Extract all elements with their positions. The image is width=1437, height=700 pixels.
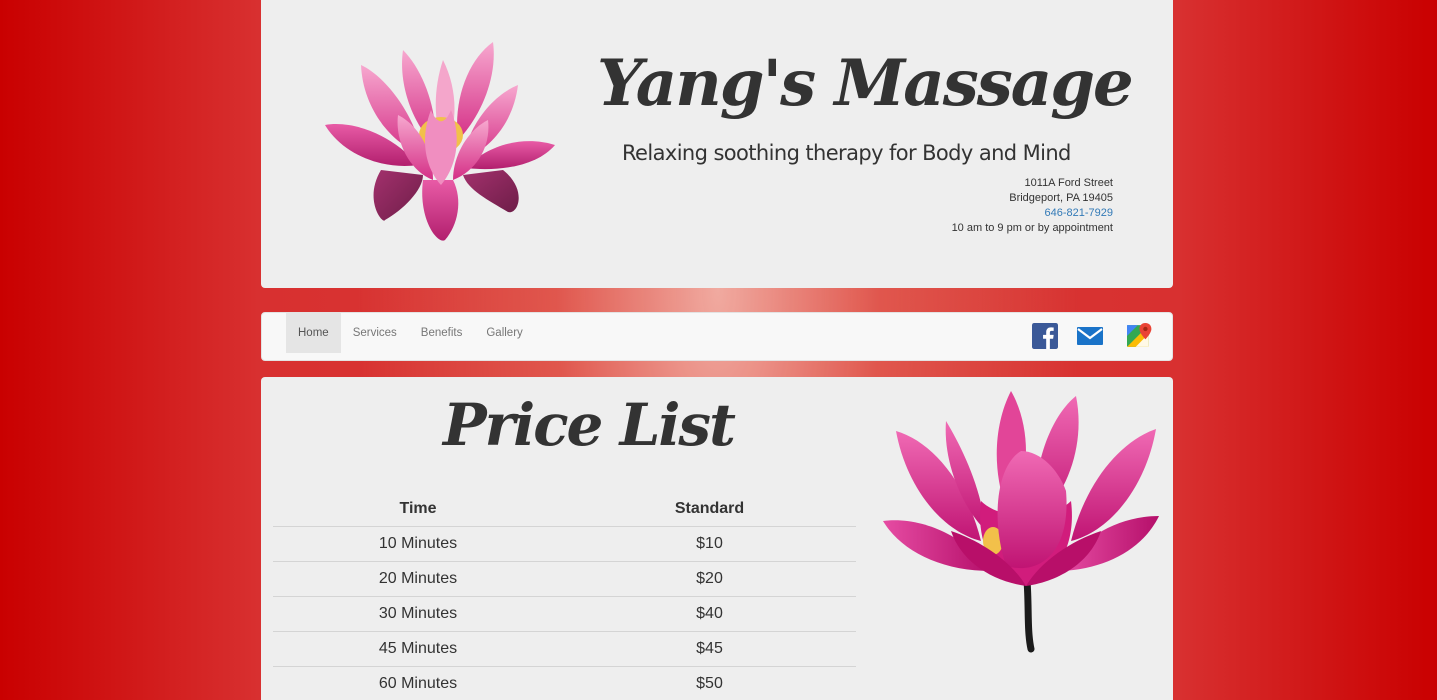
nav-item-gallery[interactable]: Gallery — [474, 313, 534, 353]
price-cell: $10 — [563, 526, 856, 562]
contact-info: 1011A Ford Street Bridgeport, PA 19405 6… — [952, 176, 1113, 236]
lotus-flower-image — [325, 42, 555, 241]
site-tagline: Relaxing soothing therapy for Body and M… — [622, 141, 1071, 165]
lotus-flower-stem-image — [883, 391, 1159, 653]
duration-cell: 10 Minutes — [273, 526, 563, 562]
business-hours: 10 am to 9 pm or by appointment — [951, 222, 1113, 234]
duration-cell: 30 Minutes — [273, 596, 563, 632]
nav-item-home[interactable]: Home — [286, 313, 341, 353]
table-header-row: Time Standard — [273, 491, 856, 527]
duration-cell: 20 Minutes — [273, 561, 563, 597]
price-cell: $20 — [563, 561, 856, 597]
google-maps-icon[interactable] — [1127, 323, 1153, 349]
header-panel: Yang's Massage Relaxing soothing therapy… — [261, 0, 1173, 288]
facebook-icon[interactable] — [1032, 323, 1058, 349]
site-title: Yang's Massage — [597, 46, 1134, 121]
table-row: 60 Minutes $50 — [273, 666, 856, 700]
column-header-time: Time — [273, 491, 563, 527]
price-list-panel: Price List Time Standard 10 Minutes $10 … — [261, 377, 1173, 700]
nav-item-benefits[interactable]: Benefits — [409, 313, 475, 353]
table-row: 30 Minutes $40 — [273, 596, 856, 632]
nav-menu: Home Services Benefits Gallery — [286, 313, 535, 360]
price-cell: $50 — [563, 666, 856, 700]
address-line-2: Bridgeport, PA 19405 — [1009, 192, 1113, 204]
table-row: 45 Minutes $45 — [273, 631, 856, 667]
table-row: 10 Minutes $10 — [273, 526, 856, 562]
duration-cell: 45 Minutes — [273, 631, 563, 667]
price-list-title: Price List — [443, 391, 736, 459]
price-table: Time Standard 10 Minutes $10 20 Minutes … — [273, 491, 856, 700]
nav-item-services[interactable]: Services — [341, 313, 409, 353]
address-line-1: 1011A Ford Street — [1024, 177, 1113, 189]
price-cell: $40 — [563, 596, 856, 632]
duration-cell: 60 Minutes — [273, 666, 563, 700]
navbar: Home Services Benefits Gallery — [261, 312, 1173, 361]
phone-link[interactable]: 646-821-7929 — [952, 206, 1113, 221]
column-header-standard: Standard — [563, 491, 856, 527]
price-cell: $45 — [563, 631, 856, 667]
mail-icon[interactable] — [1077, 323, 1103, 349]
table-row: 20 Minutes $20 — [273, 561, 856, 597]
